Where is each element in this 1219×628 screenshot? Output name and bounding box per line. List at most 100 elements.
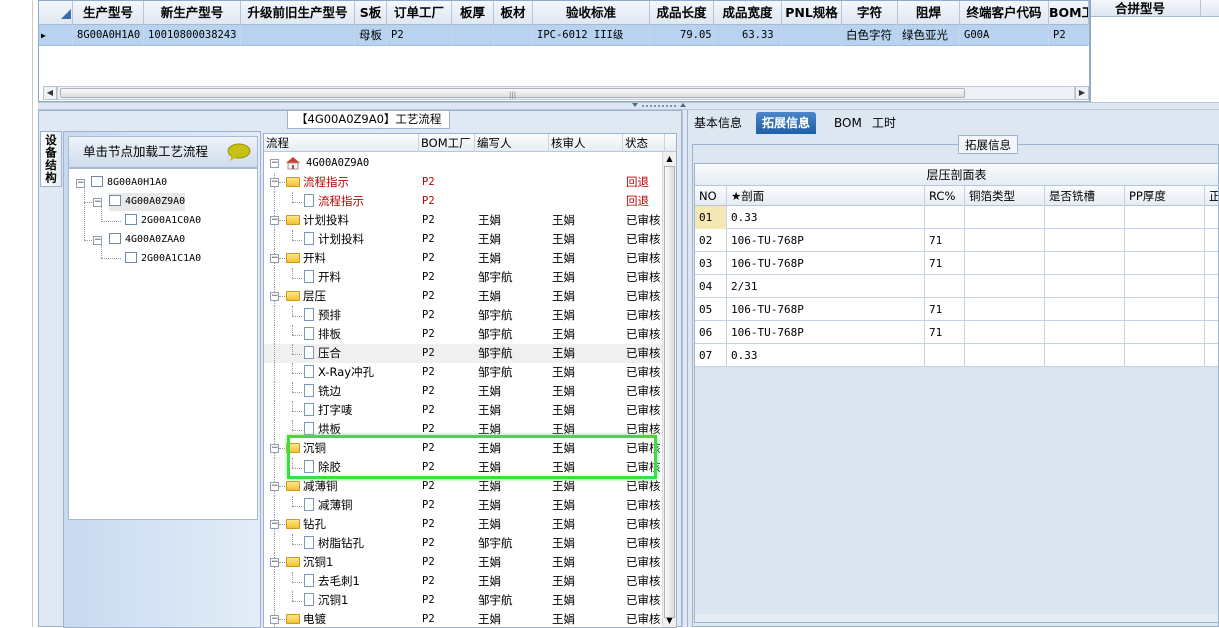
table-cell[interactable] <box>1125 344 1205 367</box>
table-cell[interactable] <box>1045 298 1125 321</box>
scroll-thumb[interactable] <box>664 166 675 618</box>
table-cell[interactable]: 71 <box>925 298 965 321</box>
col-header[interactable]: 新生产型号 <box>144 1 241 25</box>
table-row[interactable]: 04 2/31 <box>695 275 1218 298</box>
col-header[interactable]: 验收标准 <box>533 1 650 25</box>
table-cell[interactable] <box>1125 298 1205 321</box>
table-cell[interactable]: 2/31 <box>727 275 925 298</box>
table-cell[interactable] <box>1045 321 1125 344</box>
table-cell[interactable] <box>1205 321 1218 344</box>
speech-bubble-icon[interactable] <box>227 143 251 161</box>
table-row[interactable]: 02 106-TU-768P 71 <box>695 229 1218 252</box>
table-cell[interactable] <box>925 275 965 298</box>
grid-cell[interactable] <box>494 25 533 46</box>
table-row[interactable]: 01 0.33 <box>695 206 1218 229</box>
table-cell[interactable] <box>1125 229 1205 252</box>
process-step-row[interactable]: 树脂钻孔 P2 邹宇航 王娟 已审核 <box>264 534 662 553</box>
col-header[interactable]: RC% <box>925 186 965 206</box>
table-cell[interactable] <box>1045 252 1125 275</box>
col-header[interactable]: 生产型号 <box>73 1 144 25</box>
scroll-up-button[interactable]: ▲ <box>663 152 676 165</box>
scroll-down-button[interactable]: ▼ <box>663 614 676 627</box>
row-number-cell[interactable]: 02 <box>695 229 727 252</box>
table-cell[interactable] <box>1205 229 1218 252</box>
process-step-row[interactable]: 流程指示 P2 回退 <box>264 192 662 211</box>
process-group-row[interactable]: − 开料 P2 王娟 王娟 已审核 <box>264 249 662 268</box>
col-header[interactable]: PP厚度 <box>1125 186 1205 206</box>
row-number-cell[interactable]: 01 <box>695 206 727 229</box>
row-number-cell[interactable]: 03 <box>695 252 727 275</box>
tree-node[interactable]: 8G00A0H1A0 <box>91 174 167 192</box>
tree-node[interactable]: 2G00A1C1A0 <box>125 250 201 268</box>
col-header[interactable]: 板厚 <box>452 1 494 25</box>
tree-node[interactable]: 4G00A0ZAA0 <box>109 231 185 249</box>
collapse-toggle[interactable]: − <box>270 254 279 263</box>
process-step-row[interactable]: 减薄铜 P2 王娟 王娟 已审核 <box>264 496 662 515</box>
vertical-scrollbar[interactable]: ▲ ▼ <box>662 152 676 627</box>
table-cell[interactable]: 106-TU-768P <box>727 252 925 275</box>
grid-cell[interactable]: 母板 <box>355 25 387 46</box>
grid-cell[interactable]: 79.05 <box>650 25 714 46</box>
collapse-toggle[interactable]: − <box>270 292 279 301</box>
col-header[interactable]: 升级前旧生产型号 <box>241 1 355 25</box>
grid-cell[interactable] <box>782 25 842 46</box>
horizontal-splitter[interactable] <box>38 102 1219 110</box>
col-header[interactable]: 订单工厂 <box>387 1 452 25</box>
table-cell[interactable] <box>1205 344 1218 367</box>
col-header[interactable]: 状态 <box>623 134 665 152</box>
col-header[interactable]: S板 <box>355 1 387 25</box>
tab-work-hours[interactable]: 工时 <box>866 112 902 134</box>
table-cell[interactable]: 71 <box>925 321 965 344</box>
collapse-toggle[interactable]: − <box>270 482 279 491</box>
table-row[interactable]: 05 106-TU-768P 71 <box>695 298 1218 321</box>
table-cell[interactable] <box>925 206 965 229</box>
table-cell[interactable]: 71 <box>925 252 965 275</box>
table-cell[interactable] <box>1045 229 1125 252</box>
collapse-toggle[interactable]: − <box>270 615 279 624</box>
process-step-row[interactable]: 排板 P2 邹宇航 王娟 已审核 <box>264 325 662 344</box>
table-row[interactable]: ▶ 8G00A0H1A0 10010800038243 母板 P2 IPC-60… <box>39 25 1089 46</box>
table-cell[interactable]: 71 <box>925 229 965 252</box>
col-header[interactable]: BOM工 <box>1049 1 1089 25</box>
col-header[interactable]: ★剖面 <box>727 186 925 206</box>
process-step-row[interactable]: 压合 P2 邹宇航 王娟 已审核 <box>264 344 662 363</box>
table-cell[interactable] <box>1125 321 1205 344</box>
table-cell[interactable] <box>1125 252 1205 275</box>
table-cell[interactable] <box>965 275 1045 298</box>
scroll-thumb[interactable]: ||| <box>60 88 965 99</box>
process-group-row[interactable]: − 减薄铜 P2 王娟 王娟 已审核 <box>264 477 662 496</box>
table-cell[interactable] <box>965 252 1045 275</box>
col-header[interactable]: 终端客户代码 <box>960 1 1049 25</box>
collapse-toggle[interactable]: − <box>270 558 279 567</box>
col-header[interactable]: 成品长度 <box>650 1 714 25</box>
tree-node[interactable]: 2G00A1C0A0 <box>125 212 201 230</box>
scroll-right-button[interactable]: ▶ <box>1075 86 1089 100</box>
table-cell[interactable] <box>1125 275 1205 298</box>
grid-cell[interactable]: 8G00A0H1A0 <box>73 25 144 46</box>
grid-cell[interactable]: IPC-6012 III级 <box>533 25 650 46</box>
table-cell[interactable]: 0.33 <box>727 206 925 229</box>
horizontal-scrollbar[interactable]: ||| <box>57 86 1075 100</box>
table-cell[interactable] <box>1205 298 1218 321</box>
merge-header-label[interactable]: 合拼型号 <box>1115 0 1165 17</box>
table-row[interactable]: 03 106-TU-768P 71 <box>695 252 1218 275</box>
collapse-toggle[interactable]: − <box>270 520 279 529</box>
process-step-row[interactable]: 计划投料 P2 王娟 王娟 已审核 <box>264 230 662 249</box>
process-group-row[interactable]: − 层压 P2 王娟 王娟 已审核 <box>264 287 662 306</box>
grid-cell[interactable] <box>241 25 355 46</box>
table-cell[interactable] <box>965 229 1045 252</box>
grid-cell[interactable]: 63.33 <box>714 25 782 46</box>
tab-basic-info[interactable]: 基本信息 <box>688 112 748 134</box>
process-group-row[interactable]: − 计划投料 P2 王娟 王娟 已审核 <box>264 211 662 230</box>
process-group-row[interactable]: − 沉铜1 P2 王娟 王娟 已审核 <box>264 553 662 572</box>
tab-extended-info[interactable]: 拓展信息 <box>756 112 817 134</box>
table-row[interactable]: 07 0.33 <box>695 344 1218 367</box>
table-cell[interactable]: 0.33 <box>727 344 925 367</box>
grid-cell[interactable]: 绿色亚光 <box>898 25 960 46</box>
table-cell[interactable] <box>1205 275 1218 298</box>
horizontal-scrollbar[interactable] <box>695 614 1218 622</box>
table-cell[interactable] <box>965 206 1045 229</box>
tree-node-selected[interactable]: 4G00A0Z9A0 <box>109 193 186 211</box>
process-group-row[interactable]: − 电镀 P2 王娟 王娟 已审核 <box>264 610 662 627</box>
table-cell[interactable]: 106-TU-768P <box>727 321 925 344</box>
